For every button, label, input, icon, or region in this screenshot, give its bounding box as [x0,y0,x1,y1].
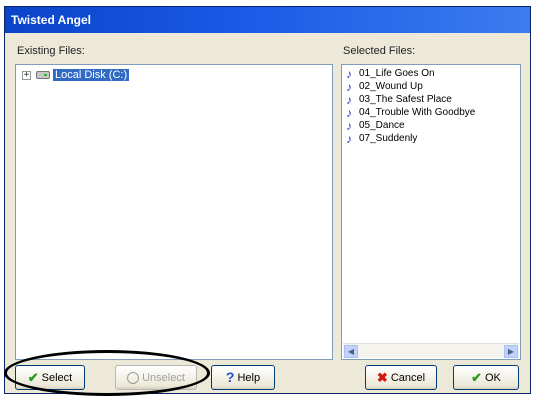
file-name: 07_Suddenly [359,133,418,144]
checkmark-icon: ✔ [471,370,482,385]
tree-item-label[interactable]: Local Disk (C:) [53,69,130,81]
scroll-left-button[interactable]: ◀ [344,345,358,358]
unselect-button[interactable]: Unselect [115,365,197,390]
scroll-right-button[interactable]: ▶ [504,345,518,358]
expand-icon[interactable]: + [22,70,31,80]
x-icon: ✖ [376,370,388,385]
music-note-icon: ♪ [346,66,352,81]
music-note-icon: ♪ [346,131,352,146]
help-button[interactable]: ? Help [211,365,275,390]
music-note-icon: ♪ [346,79,352,94]
file-name: 03_The Safest Place [359,94,452,105]
existing-files-tree[interactable]: + Local Disk (C:) [15,64,333,360]
list-item[interactable]: ♪ 01_Life Goes On [346,67,475,80]
unselect-button-label: Unselect [142,371,185,384]
list-item[interactable]: ♪ 05_Dance [346,119,475,132]
ok-button-label: OK [485,371,501,384]
file-list: ♪ 01_Life Goes On ♪ 02_Wound Up ♪ 03_The Sa… [346,67,475,145]
circle-icon [127,371,140,384]
file-name: 02_Wound Up [359,81,423,92]
question-icon: ? [225,369,235,385]
tree-item-local-disk[interactable]: + Local Disk (C:) [22,69,130,81]
list-item[interactable]: ♪ 03_The Safest Place [346,93,475,106]
list-item[interactable]: ♪ 02_Wound Up [346,80,475,93]
list-item[interactable]: ♪ 07_Suddenly [346,132,475,145]
hard-disk-icon [36,71,50,79]
file-name: 04_Trouble With Goodbye [359,107,476,118]
horizontal-scrollbar[interactable]: ◀ ▶ [343,343,519,358]
file-name: 01_Life Goes On [359,68,435,79]
select-button-label: Select [41,371,73,384]
dialog-window: Twisted Angel Existing Files: Selected F… [4,6,531,394]
file-name: 05_Dance [359,120,405,131]
select-button[interactable]: ✔ Select [15,365,85,390]
checkmark-icon: ✔ [27,370,39,385]
selected-files-label: Selected Files: [343,45,416,57]
cancel-button-label: Cancel [390,371,426,384]
music-note-icon: ♪ [346,92,352,107]
music-note-icon: ♪ [346,118,352,133]
music-note-icon: ♪ [346,105,352,120]
cancel-button[interactable]: ✖ Cancel [365,365,437,390]
window-title: Twisted Angel [11,13,92,27]
existing-files-label: Existing Files: [17,45,85,57]
ok-button[interactable]: ✔ OK [453,365,519,390]
selected-files-list[interactable]: ♪ 01_Life Goes On ♪ 02_Wound Up ♪ 03_The Sa… [341,64,521,360]
list-item[interactable]: ♪ 04_Trouble With Goodbye [346,106,475,119]
title-bar[interactable]: Twisted Angel [5,7,530,33]
help-button-label: Help [237,371,261,384]
